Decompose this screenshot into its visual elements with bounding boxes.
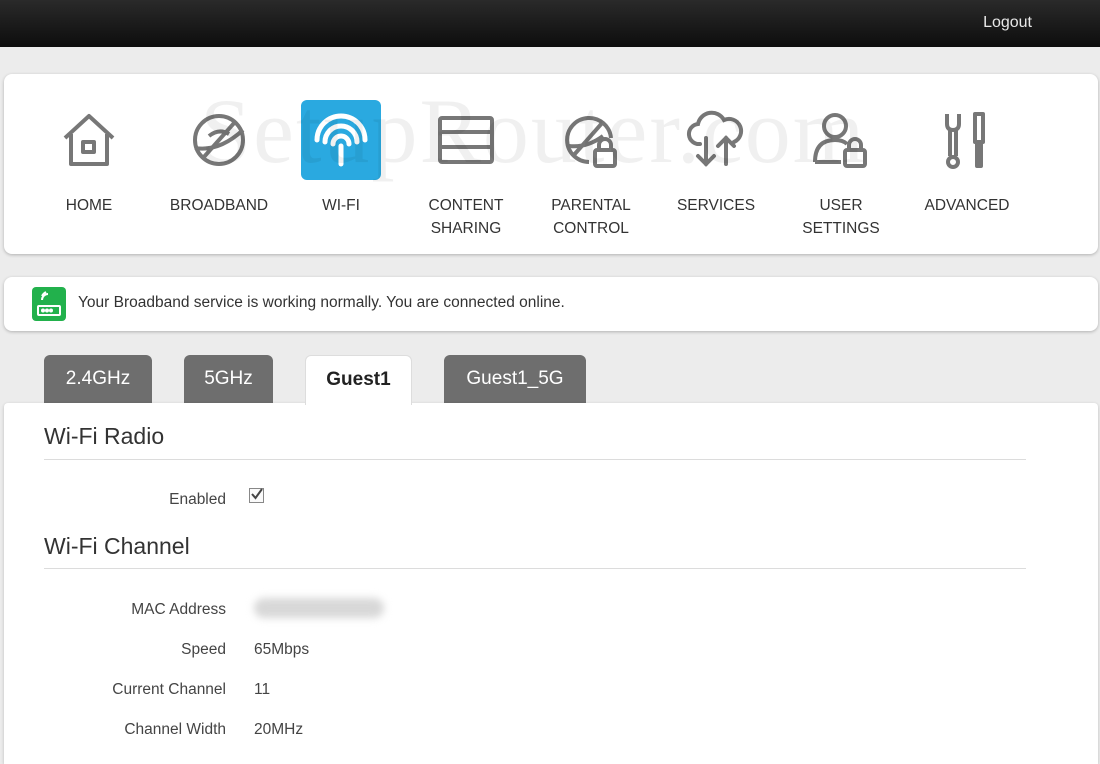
- tab-2-4ghz[interactable]: 2.4GHz: [44, 355, 152, 403]
- main-nav-panel: HOME BROADBAND WI-FI CONTENT SHARING PAR…: [4, 74, 1098, 254]
- section-title-wifi-channel: Wi-Fi Channel: [44, 533, 190, 559]
- logout-link[interactable]: Logout: [983, 14, 1032, 32]
- tab-guest1-5g[interactable]: Guest1_5G: [444, 355, 586, 403]
- status-message: Your Broadband service is working normal…: [78, 294, 565, 311]
- wifi-icon: [301, 100, 381, 180]
- home-icon: [49, 100, 129, 180]
- globe-icon: [179, 100, 259, 180]
- nav-label: BROADBAND: [169, 197, 269, 214]
- nav-label: SERVICES: [676, 197, 756, 214]
- settings-panel: Wi-Fi Radio Enabled Wi-Fi Channel MAC Ad…: [4, 403, 1098, 764]
- channel-width-value: 20MHz: [254, 721, 304, 738]
- nav-label: CONTENT SHARING: [428, 197, 504, 237]
- speed-value: 65Mbps: [254, 641, 310, 658]
- nav-item-advanced[interactable]: ADVANCED: [902, 100, 1032, 217]
- tab-5ghz[interactable]: 5GHz: [184, 355, 273, 403]
- user-lock-icon: [801, 100, 881, 180]
- nav-item-parental-control[interactable]: PARENTAL CONTROL: [526, 100, 656, 240]
- enabled-label: Enabled: [169, 491, 226, 508]
- section-title-wifi-radio: Wi-Fi Radio: [44, 423, 165, 449]
- nav-label: PARENTAL CONTROL: [551, 197, 631, 237]
- divider: [44, 459, 1026, 460]
- current-channel-label: Current Channel: [112, 681, 226, 698]
- nav-label: WI-FI: [322, 197, 360, 214]
- status-bar: Your Broadband service is working normal…: [4, 277, 1098, 331]
- nav-item-content-sharing[interactable]: CONTENT SHARING: [401, 100, 531, 240]
- divider: [44, 568, 1026, 569]
- cloud-transfer-icon: [676, 100, 756, 180]
- tools-icon: [927, 100, 1007, 180]
- enabled-checkbox[interactable]: [249, 488, 264, 503]
- nav-label: USER SETTINGS: [802, 197, 880, 237]
- nav-item-home[interactable]: HOME: [24, 100, 154, 217]
- router-icon: [32, 287, 66, 321]
- top-bar: Logout: [0, 0, 1100, 47]
- nav-item-wifi[interactable]: WI-FI: [276, 100, 406, 217]
- storage-icon: [426, 100, 506, 180]
- mac-address-value-redacted: [254, 598, 384, 618]
- nav-label: HOME: [65, 197, 113, 214]
- speed-label: Speed: [181, 641, 226, 658]
- current-channel-value: 11: [254, 681, 271, 698]
- nav-label: ADVANCED: [924, 197, 1010, 214]
- channel-width-label: Channel Width: [124, 721, 226, 738]
- globe-lock-icon: [551, 100, 631, 180]
- mac-address-label: MAC Address: [131, 601, 226, 618]
- nav-item-services[interactable]: SERVICES: [651, 100, 781, 217]
- tab-guest1[interactable]: Guest1: [305, 355, 412, 405]
- nav-item-broadband[interactable]: BROADBAND: [154, 100, 284, 217]
- nav-item-user-settings[interactable]: USER SETTINGS: [776, 100, 906, 240]
